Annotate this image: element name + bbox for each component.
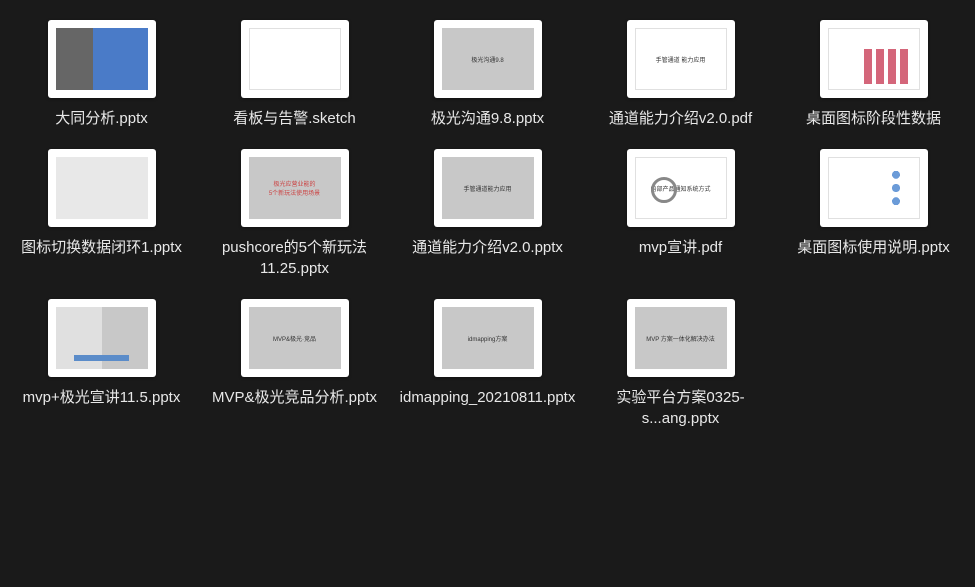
thumbnail-text: 内部产品通知系统方式 — [650, 184, 710, 193]
file-thumbnail: 极光应营业能的 5个新玩法使用场景 — [241, 149, 349, 227]
thumbnail-preview — [828, 28, 920, 90]
file-thumbnail — [48, 299, 156, 377]
file-item[interactable]: idmapping方案 idmapping_20210811.pptx — [396, 299, 579, 429]
file-item[interactable]: 桌面图标阶段性数据 — [782, 20, 965, 129]
file-name-label: 桌面图标使用说明.pptx — [797, 237, 950, 258]
thumbnail-preview: idmapping方案 — [442, 307, 534, 369]
file-thumbnail: MVP 方案一体化解决办法 — [627, 299, 735, 377]
file-item[interactable]: 手管通道能力应用通道能力介绍v2.0.pptx — [396, 149, 579, 279]
file-item[interactable]: 图标切换数据闭环1.pptx — [10, 149, 193, 279]
file-thumbnail — [48, 20, 156, 98]
thumbnail-text: 手管通道 能力应用 — [656, 55, 706, 64]
thumbnail-preview — [249, 28, 341, 90]
file-item[interactable]: 看板与告警.sketch — [203, 20, 386, 129]
file-name-label: pushcore的5个新玩法11.25.pptx — [205, 237, 385, 279]
file-thumbnail: 极光沟通9.8 — [434, 20, 542, 98]
file-name-label: 实验平台方案0325-s...ang.pptx — [591, 387, 771, 429]
file-name-label: idmapping_20210811.pptx — [400, 387, 576, 408]
file-thumbnail — [241, 20, 349, 98]
file-name-label: mvp+极光宣讲11.5.pptx — [23, 387, 181, 408]
thumbnail-text: MVP&极光·竞品 — [273, 334, 316, 343]
file-thumbnail: 内部产品通知系统方式 — [627, 149, 735, 227]
file-grid: 大同分析.pptx 看板与告警.sketch 极光沟通9.8 极光沟通9.8.pptx… — [0, 0, 975, 449]
file-name-label: 大同分析.pptx — [55, 108, 148, 129]
file-thumbnail: 手管通道 能力应用 — [627, 20, 735, 98]
file-name-label: 桌面图标阶段性数据 — [806, 108, 941, 129]
file-item[interactable]: 极光沟通9.8 极光沟通9.8.pptx — [396, 20, 579, 129]
thumbnail-text: idmapping方案 — [468, 334, 508, 343]
thumbnail-preview: 手管通道 能力应用 — [635, 28, 727, 90]
thumbnail-preview: 极光沟通9.8 — [442, 28, 534, 90]
thumbnail-text: 手管通道能力应用 — [463, 184, 511, 193]
thumbnail-preview — [56, 157, 148, 219]
file-name-label: mvp宣讲.pdf — [639, 237, 722, 258]
thumbnail-text: 极光沟通9.8 — [471, 55, 503, 64]
thumbnail-preview: 内部产品通知系统方式 — [635, 157, 727, 219]
file-name-label: MVP&极光竞品分析.pptx — [212, 387, 377, 408]
file-thumbnail: idmapping方案 — [434, 299, 542, 377]
file-item[interactable]: 桌面图标使用说明.pptx — [782, 149, 965, 279]
file-item[interactable]: 手管通道 能力应用通道能力介绍v2.0.pdf — [589, 20, 772, 129]
file-name-label: 极光沟通9.8.pptx — [431, 108, 544, 129]
file-thumbnail — [820, 149, 928, 227]
file-name-label: 通道能力介绍v2.0.pdf — [609, 108, 752, 129]
file-item[interactable]: mvp+极光宣讲11.5.pptx — [10, 299, 193, 429]
file-name-label: 图标切换数据闭环1.pptx — [21, 237, 182, 258]
file-name-label: 看板与告警.sketch — [233, 108, 356, 129]
thumbnail-preview: 手管通道能力应用 — [442, 157, 534, 219]
thumbnail-preview — [56, 307, 148, 369]
file-item[interactable]: 大同分析.pptx — [10, 20, 193, 129]
file-thumbnail — [48, 149, 156, 227]
file-item[interactable]: MVP&极光·竞品 MVP&极光竞品分析.pptx — [203, 299, 386, 429]
thumbnail-preview: 极光应营业能的 5个新玩法使用场景 — [249, 157, 341, 219]
thumbnail-preview — [828, 157, 920, 219]
file-item[interactable]: 极光应营业能的 5个新玩法使用场景 pushcore的5个新玩法11.25.ppt… — [203, 149, 386, 279]
file-thumbnail — [820, 20, 928, 98]
file-thumbnail: 手管通道能力应用 — [434, 149, 542, 227]
thumbnail-preview — [56, 28, 148, 90]
file-item[interactable]: 内部产品通知系统方式 mvp宣讲.pdf — [589, 149, 772, 279]
thumbnail-preview: MVP 方案一体化解决办法 — [635, 307, 727, 369]
thumbnail-text: MVP 方案一体化解决办法 — [646, 334, 715, 343]
file-item[interactable]: MVP 方案一体化解决办法实验平台方案0325-s...ang.pptx — [589, 299, 772, 429]
file-name-label: 通道能力介绍v2.0.pptx — [412, 237, 563, 258]
thumbnail-text: 极光应营业能的 5个新玩法使用场景 — [269, 179, 320, 197]
thumbnail-preview: MVP&极光·竞品 — [249, 307, 341, 369]
file-thumbnail: MVP&极光·竞品 — [241, 299, 349, 377]
